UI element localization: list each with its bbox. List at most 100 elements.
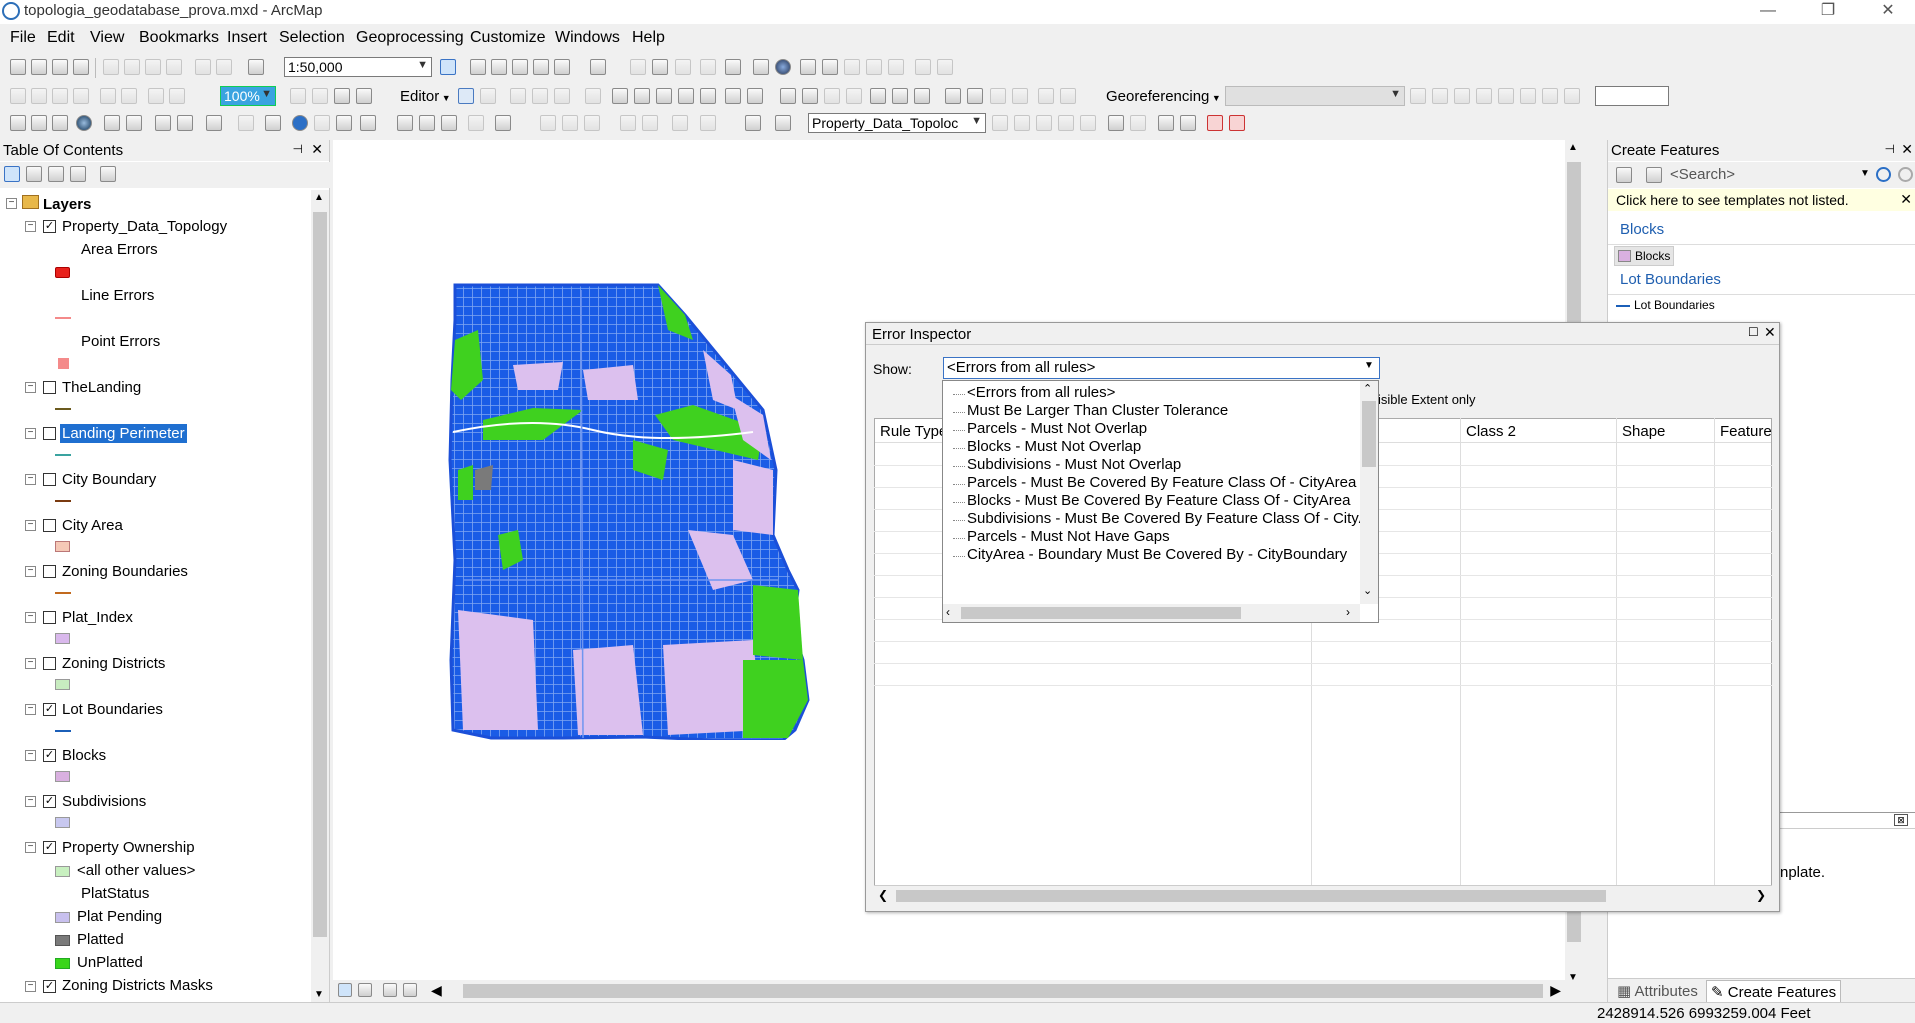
layer-visibility-checkbox[interactable]: ✓ (43, 749, 56, 762)
layer-zoning-districts-masks[interactable]: Zoning Districts Masks (62, 977, 213, 994)
georef-tool-4-icon[interactable] (1476, 88, 1492, 104)
georef-layer-combo[interactable]: ▼ (1225, 86, 1405, 106)
menu-file[interactable]: File (10, 29, 36, 47)
toc-options-icon[interactable] (100, 166, 116, 182)
table-of-contents-icon[interactable] (470, 59, 486, 75)
menu-edit[interactable]: Edit (47, 29, 75, 47)
reshape-icon[interactable] (562, 115, 578, 131)
topology-tool-icon[interactable] (630, 59, 646, 75)
open-folder-icon[interactable] (31, 59, 47, 75)
shape-tool-icon[interactable] (937, 59, 953, 75)
column-class-2[interactable]: Class 2 (1466, 423, 1516, 440)
collapse-toggle[interactable]: − (25, 612, 36, 623)
layer-plat-index[interactable]: Plat_Index (62, 609, 133, 626)
scroll-right-icon[interactable]: ❯ (1756, 888, 1766, 902)
layer-lot-boundaries[interactable]: Lot Boundaries (62, 701, 163, 718)
validate-all-icon[interactable] (1130, 115, 1146, 131)
topology-edit-icon[interactable] (652, 59, 668, 75)
hyperlink-icon[interactable] (314, 115, 330, 131)
topology-error-list-icon[interactable] (1229, 115, 1245, 131)
georef-tool-1-icon[interactable] (1410, 88, 1426, 104)
rotate-tool-icon[interactable] (915, 59, 931, 75)
filter-templates-icon[interactable] (1616, 167, 1632, 183)
pin-icon[interactable]: ⊣ (293, 142, 303, 156)
rule-option[interactable]: Blocks - Must Not Overlap (967, 438, 1141, 455)
forward-arrow-icon[interactable] (177, 115, 193, 131)
time-slider-icon[interactable] (468, 115, 484, 131)
layout-icon-6[interactable] (121, 88, 137, 104)
zoom-percent-field[interactable]: 100% ▼ (220, 86, 276, 106)
measure-icon[interactable] (360, 115, 376, 131)
layout-icon-12[interactable] (356, 88, 372, 104)
menu-geoprocessing[interactable]: Geoprocessing (356, 29, 464, 47)
point-icon[interactable] (585, 88, 601, 104)
toc-vertical-scrollbar[interactable]: ▲ ▼ (311, 190, 329, 1002)
pin-icon[interactable]: ⊣ (1885, 142, 1895, 156)
new-document-icon[interactable] (10, 59, 26, 75)
collapse-toggle[interactable]: − (6, 198, 17, 209)
layer-visibility-checkbox[interactable]: ✓ (43, 220, 56, 233)
grid-horizontal-scrollbar[interactable]: ❮ ❯ (874, 885, 1772, 905)
layout-icon-8[interactable] (169, 88, 185, 104)
shared-features-icon[interactable] (1038, 88, 1054, 104)
tab-create-features[interactable]: ✎ Create Features (1706, 980, 1842, 1002)
cut-icon[interactable] (103, 59, 119, 75)
add-data-icon[interactable] (248, 59, 264, 75)
layout-icon-7[interactable] (148, 88, 164, 104)
scroll-down-icon[interactable]: ▼ (314, 989, 324, 1000)
back-arrow-icon[interactable] (155, 115, 171, 131)
end-point-arc-icon[interactable] (532, 88, 548, 104)
map-topology-icon[interactable] (675, 59, 691, 75)
topology-tool-a-icon[interactable] (992, 115, 1008, 131)
layout-icon-5[interactable] (100, 88, 116, 104)
collapse-toggle[interactable]: − (25, 981, 36, 992)
globe-icon[interactable] (775, 59, 791, 75)
rule-option[interactable]: Blocks - Must Be Covered By Feature Clas… (967, 492, 1350, 509)
rule-option[interactable]: Subdivisions - Must Be Covered By Featur… (967, 510, 1374, 527)
georef-tool-2-icon[interactable] (1432, 88, 1448, 104)
map-horizontal-scrollbar[interactable]: ◀ ▶ (333, 980, 1583, 1002)
fixed-zoom-out-icon[interactable] (126, 115, 142, 131)
error-inspector-titlebar[interactable]: Error Inspector ☐ ✕ (866, 323, 1779, 345)
print-icon[interactable] (73, 59, 89, 75)
fixed-zoom-in-icon[interactable] (104, 115, 120, 131)
layer-zoning-districts[interactable]: Zoning Districts (62, 655, 165, 672)
layers-root[interactable]: Layers (43, 196, 91, 213)
edit-tool-icon[interactable] (458, 88, 474, 104)
topology-error-icon[interactable] (1207, 115, 1223, 131)
collapse-toggle[interactable]: − (25, 428, 36, 439)
collapse-toggle[interactable]: − (25, 796, 36, 807)
dropdown-vertical-scrollbar[interactable]: ⌃ ⌄ (1360, 381, 1378, 604)
collapse-toggle[interactable]: − (25, 842, 36, 853)
grid-tool-icon[interactable] (866, 59, 882, 75)
scroll-left-icon[interactable]: ◀ (431, 982, 442, 999)
scroll-right-icon[interactable]: › (1346, 605, 1350, 619)
find-icon[interactable] (397, 115, 413, 131)
list-by-drawing-order-icon[interactable] (4, 166, 20, 182)
template-search-input[interactable]: <Search> (1670, 166, 1735, 183)
data-view-icon[interactable] (338, 983, 352, 997)
layer-visibility-checkbox[interactable] (43, 427, 56, 440)
topology-tool-b-icon[interactable] (1014, 115, 1030, 131)
maximize-button[interactable]: ❐ (1805, 0, 1851, 24)
split-tool-icon[interactable] (634, 88, 650, 104)
copy-icon[interactable] (124, 59, 140, 75)
templates-not-listed-notice[interactable]: Click here to see templates not listed. … (1608, 189, 1915, 211)
layer-visibility-checkbox[interactable]: ✓ (43, 841, 56, 854)
toc-scroll-thumb[interactable] (313, 212, 327, 937)
layout-icon-11[interactable] (334, 88, 350, 104)
html-popup-icon[interactable] (336, 115, 352, 131)
map-topology-toolbar-icon[interactable] (775, 115, 791, 131)
validate-icon[interactable] (753, 59, 769, 75)
arctoolbox-icon[interactable] (533, 59, 549, 75)
rules-dropdown-list[interactable]: <Errors from all rules> Must Be Larger T… (942, 380, 1379, 623)
edit-annotation-icon[interactable] (480, 88, 496, 104)
menu-view[interactable]: View (90, 29, 124, 47)
layer-visibility-checkbox[interactable]: ✓ (43, 980, 56, 993)
georef-tool-5-icon[interactable] (1498, 88, 1514, 104)
integrate-icon[interactable] (914, 88, 930, 104)
map-scale-combo[interactable]: 1:50,000 ▼ (284, 57, 432, 77)
catalog-window-icon[interactable] (491, 59, 507, 75)
dropdown-horizontal-scrollbar[interactable]: ‹ › (943, 604, 1360, 622)
attributes-icon[interactable] (700, 88, 716, 104)
